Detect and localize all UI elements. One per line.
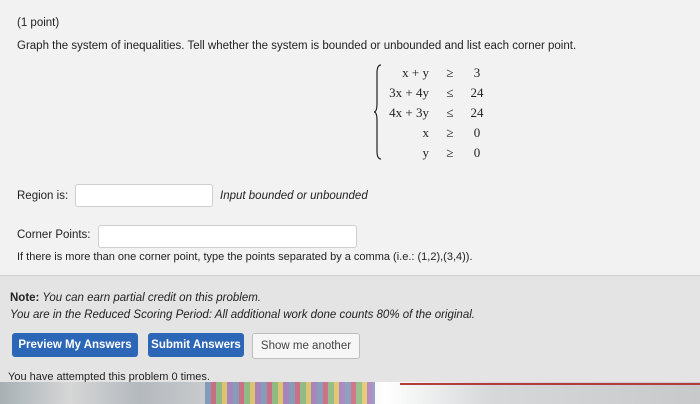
inequality-system: x + y ≥ 3 3x + 4y ≤ 24 4x + 3y ≤ 24 x ≥ … — [373, 63, 493, 161]
inequality-relation: ≥ — [446, 145, 454, 160]
note-label: Note: — [10, 292, 40, 304]
inequality-rhs: 24 — [470, 105, 484, 120]
corner-points-instructions: If there is more than one corner point, … — [17, 251, 473, 263]
show-another-button[interactable]: Show me another — [252, 333, 360, 359]
note-text: You can earn partial credit on this prob… — [39, 292, 262, 304]
inequality-row: y ≥ 0 — [373, 145, 493, 165]
region-label: Region is: — [17, 190, 69, 202]
corner-points-input[interactable] — [98, 225, 357, 248]
inequality-lhs: 4x + 3y — [389, 105, 429, 120]
inequality-lhs: x + y — [402, 65, 429, 80]
region-input[interactable] — [75, 184, 213, 207]
preview-answers-button[interactable]: Preview My Answers — [12, 333, 138, 357]
inequality-lhs: y — [422, 145, 430, 160]
reduced-scoring-note: You are in the Reduced Scoring Period: A… — [10, 309, 475, 321]
corner-points-label: Corner Points: — [17, 229, 91, 241]
inequality-rhs: 0 — [473, 125, 481, 140]
inequality-rhs: 0 — [473, 145, 481, 160]
background-photo-object — [205, 382, 375, 404]
inequality-relation: ≤ — [446, 105, 454, 120]
inequality-lhs: 3x + 4y — [389, 85, 429, 100]
inequality-row: x + y ≥ 3 — [373, 65, 493, 85]
problem-prompt: Graph the system of inequalities. Tell w… — [17, 40, 577, 52]
inequality-row: 4x + 3y ≤ 24 — [373, 105, 493, 125]
inequality-row: 3x + 4y ≤ 24 — [373, 85, 493, 105]
problem-panel: (1 point) Graph the system of inequaliti… — [0, 0, 700, 276]
inequality-relation: ≥ — [446, 65, 454, 80]
background-photo-line — [400, 383, 700, 385]
inequality-relation: ≥ — [446, 125, 454, 140]
inequality-row: x ≥ 0 — [373, 125, 493, 145]
region-hint: Input bounded or unbounded — [220, 190, 368, 202]
inequality-rhs: 3 — [473, 65, 481, 80]
point-value: (1 point) — [17, 17, 60, 29]
partial-credit-note: Note: You can earn partial credit on thi… — [10, 292, 261, 304]
inequality-rhs: 24 — [470, 85, 484, 100]
inequality-lhs: x — [422, 125, 430, 140]
submit-answers-button[interactable]: Submit Answers — [148, 333, 244, 357]
inequality-relation: ≤ — [446, 85, 454, 100]
